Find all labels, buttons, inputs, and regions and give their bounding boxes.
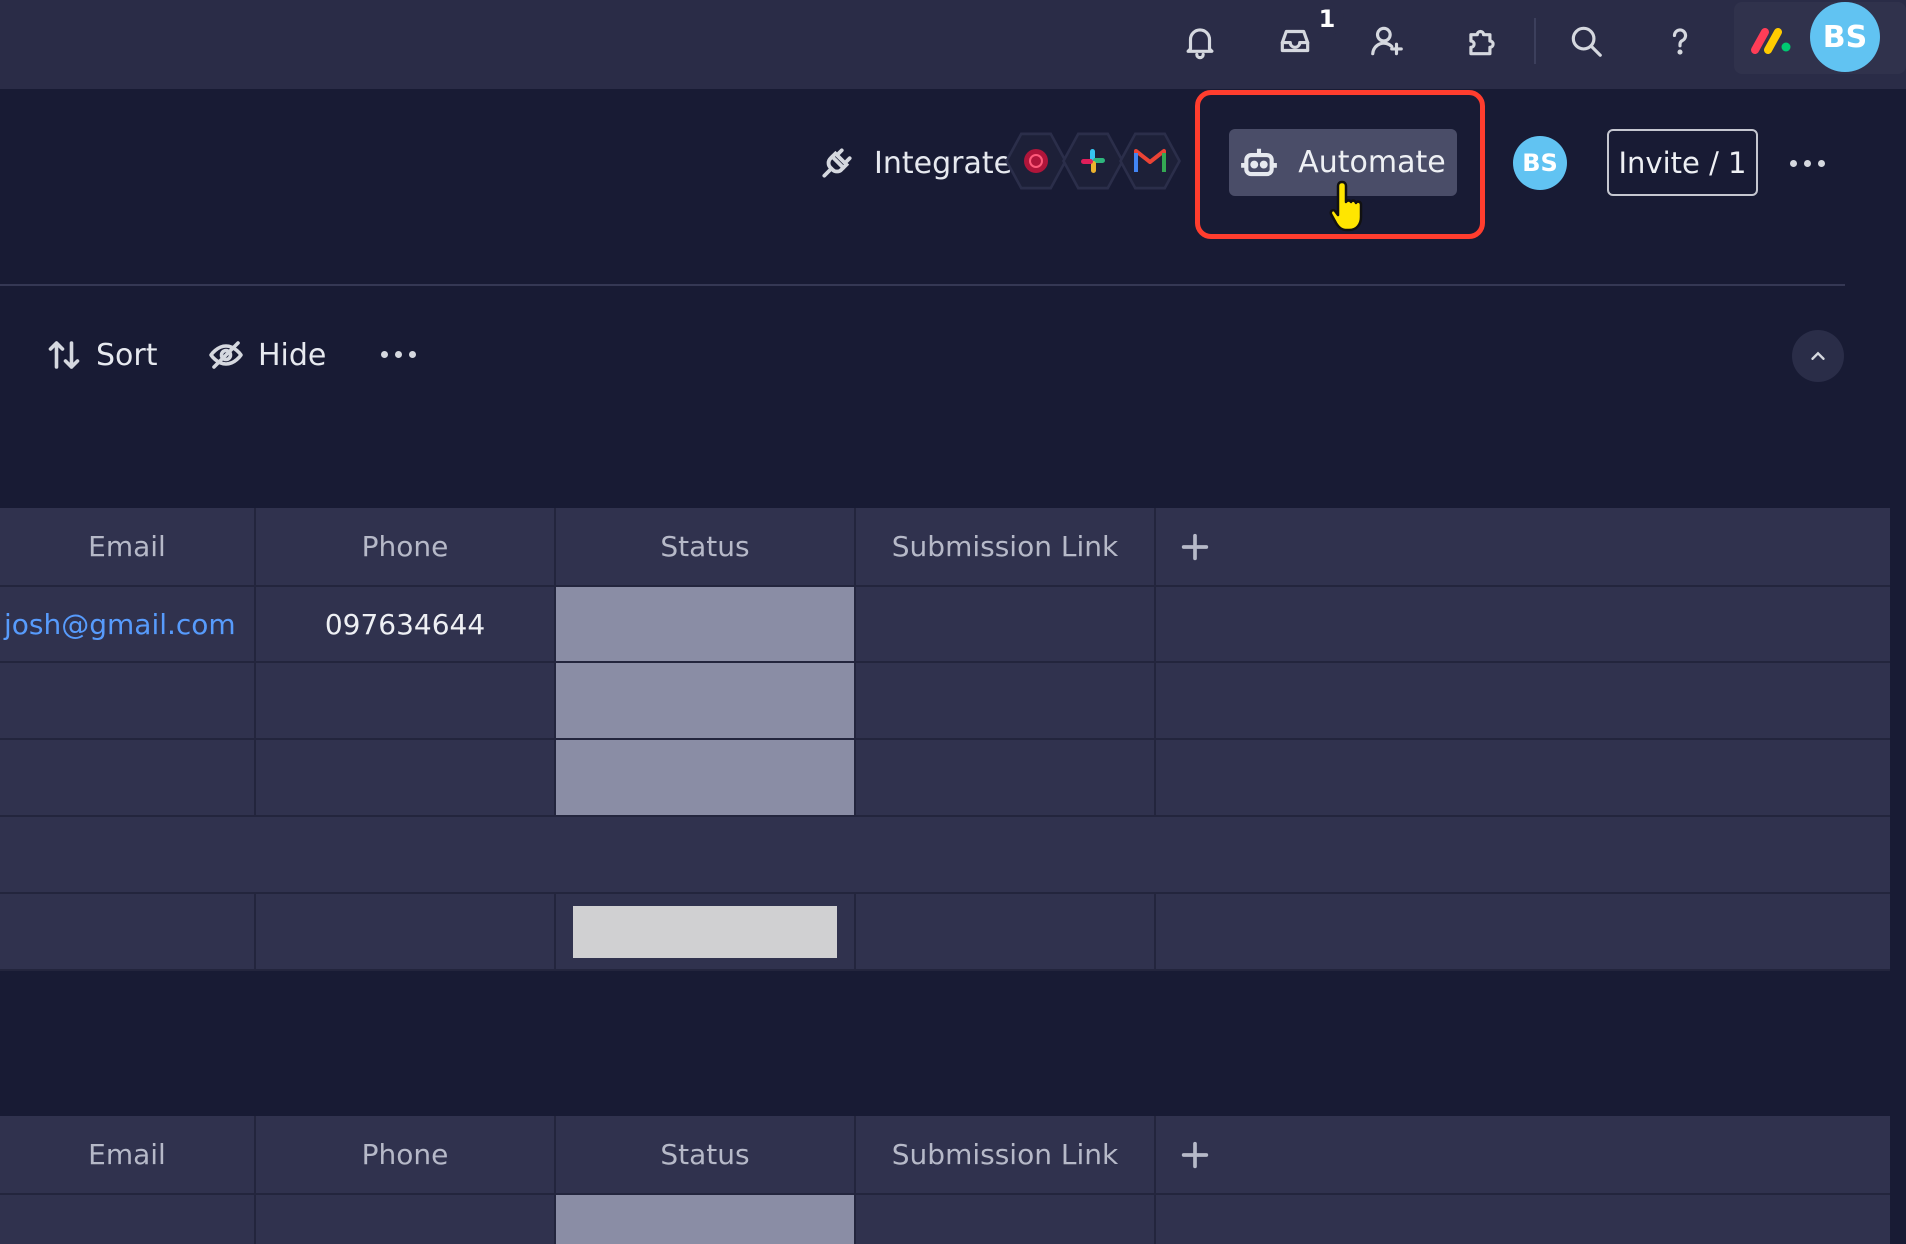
help-icon[interactable] xyxy=(1657,18,1703,64)
column-header-status[interactable]: Status xyxy=(556,1116,856,1193)
summary-row xyxy=(0,894,1890,971)
submission-link-cell[interactable] xyxy=(856,740,1156,815)
plug-icon xyxy=(822,148,852,178)
phone-cell[interactable] xyxy=(256,1195,556,1244)
column-header-phone[interactable]: Phone xyxy=(256,508,556,585)
monday-logo-icon[interactable] xyxy=(1749,22,1793,56)
eye-off-icon xyxy=(209,341,243,369)
status-cell[interactable] xyxy=(556,740,856,815)
inbox-badge: 1 xyxy=(1310,2,1344,36)
email-cell[interactable] xyxy=(0,663,256,738)
collapse-button[interactable] xyxy=(1792,330,1844,382)
sort-label: Sort xyxy=(96,337,158,373)
status-cell[interactable] xyxy=(556,1195,856,1244)
plus-icon xyxy=(1181,533,1209,560)
phone-cell[interactable]: 097634644 xyxy=(256,587,556,661)
slack-icon[interactable] xyxy=(1062,132,1124,190)
invite-members-icon[interactable] xyxy=(1364,18,1410,64)
column-header-status[interactable]: Status xyxy=(556,508,856,585)
table-header-row: Email Phone Status Submission Link xyxy=(0,508,1890,587)
sort-button[interactable]: Sort xyxy=(46,332,158,378)
empty-cell xyxy=(1156,587,1890,661)
robot-icon xyxy=(1241,148,1278,176)
invite-button[interactable]: Invite / 1 xyxy=(1607,129,1758,196)
status-cell[interactable] xyxy=(556,587,856,661)
topbar-divider xyxy=(1534,18,1536,64)
bell-icon[interactable] xyxy=(1177,18,1223,64)
empty-cell xyxy=(1156,663,1890,738)
header-divider xyxy=(0,284,1845,286)
plus-icon xyxy=(1181,1141,1209,1168)
empty-cell xyxy=(1156,1195,1890,1244)
column-header-submission-link[interactable]: Submission Link xyxy=(856,508,1156,585)
apps-icon[interactable] xyxy=(1459,18,1505,64)
board-member-avatar[interactable]: BS xyxy=(1513,136,1567,190)
submission-link-cell[interactable] xyxy=(856,663,1156,738)
submission-link-cell[interactable] xyxy=(856,587,1156,661)
phone-cell[interactable] xyxy=(256,663,556,738)
toolbar-more-icon[interactable] xyxy=(381,351,416,358)
summary-cell xyxy=(856,894,1156,969)
gmail-icon[interactable] xyxy=(1119,132,1181,190)
hand-cursor-icon xyxy=(1329,180,1363,232)
hide-button[interactable]: Hide xyxy=(208,332,326,378)
phone-cell[interactable] xyxy=(256,740,556,815)
hide-label: Hide xyxy=(258,337,327,373)
email-cell[interactable] xyxy=(0,740,256,815)
automate-label: Automate xyxy=(1298,145,1446,180)
add-column-button[interactable] xyxy=(1156,508,1890,585)
search-icon[interactable] xyxy=(1563,18,1609,64)
summary-cell xyxy=(0,894,256,969)
chevron-up-icon xyxy=(1811,351,1825,360)
summary-cell xyxy=(256,894,556,969)
column-header-email[interactable]: Email xyxy=(0,508,256,585)
column-header-submission-link[interactable]: Submission Link xyxy=(856,1116,1156,1193)
summary-cell xyxy=(1156,894,1890,969)
table-row xyxy=(0,1195,1890,1244)
integrate-label: Integrate xyxy=(874,145,1013,181)
status-summary-bar xyxy=(573,905,837,958)
email-cell[interactable] xyxy=(0,1195,256,1244)
sort-icon xyxy=(48,341,80,369)
table-header-row: Email Phone Status Submission Link xyxy=(0,1116,1890,1195)
column-header-phone[interactable]: Phone xyxy=(256,1116,556,1193)
table-row: josh@gmail.com 097634644 xyxy=(0,587,1890,663)
status-cell[interactable] xyxy=(556,663,856,738)
status-summary-cell[interactable] xyxy=(556,894,856,969)
email-cell[interactable]: josh@gmail.com xyxy=(0,587,256,661)
integrate-button[interactable]: Integrate xyxy=(818,140,1012,186)
user-avatar[interactable]: BS xyxy=(1810,2,1880,72)
table-row xyxy=(0,740,1890,817)
integration-app-red-icon[interactable] xyxy=(1005,132,1067,190)
add-item-row[interactable] xyxy=(0,817,1890,894)
table-row xyxy=(0,663,1890,740)
add-column-button[interactable] xyxy=(1156,1116,1890,1193)
column-header-email[interactable]: Email xyxy=(0,1116,256,1193)
submission-link-cell[interactable] xyxy=(856,1195,1156,1244)
empty-cell xyxy=(1156,740,1890,815)
top-bar xyxy=(0,0,1906,89)
more-options-icon[interactable] xyxy=(1790,160,1825,167)
